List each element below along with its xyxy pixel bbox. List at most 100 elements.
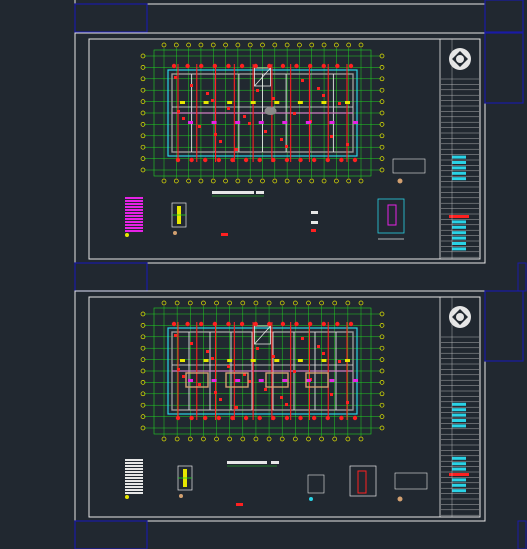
column-marker	[198, 125, 201, 128]
tag-label	[227, 359, 233, 362]
company-logo-icon	[449, 306, 471, 328]
detail-marker	[309, 497, 313, 501]
cad-drawing-viewport[interactable]	[0, 0, 527, 549]
core-hatch	[264, 107, 277, 115]
grid-bubble	[334, 178, 339, 184]
callout-bubble	[335, 63, 340, 69]
callout-bubble	[243, 157, 249, 163]
tag-label	[345, 101, 350, 104]
column-schedule-icon	[125, 459, 143, 499]
detail-section-icon	[177, 465, 193, 498]
schedule-row	[125, 224, 143, 226]
grid-bubble	[240, 436, 246, 442]
schedule-row	[125, 465, 143, 467]
grid-bubble	[279, 300, 285, 306]
selection-frame[interactable]	[517, 262, 527, 292]
tag-label	[274, 359, 280, 362]
callout-bubble	[239, 321, 245, 327]
sheet-2[interactable]	[74, 290, 527, 549]
selection-frame[interactable]	[517, 520, 527, 549]
selection-frame[interactable]	[74, 3, 148, 33]
schedule-row	[125, 468, 143, 470]
floor-plan[interactable]	[140, 300, 385, 442]
note-label	[311, 229, 316, 232]
schedule-row	[125, 221, 143, 223]
schedule-row	[125, 209, 143, 211]
callout-bubble	[284, 157, 290, 163]
selection-frame[interactable]	[484, 0, 524, 33]
callout-bubble	[226, 63, 231, 69]
grid-bubble	[272, 178, 278, 184]
grid-bubble	[284, 42, 290, 48]
plan-caption	[212, 191, 254, 194]
column-marker	[301, 337, 304, 340]
column-marker	[322, 94, 325, 97]
grid-bubble	[253, 300, 259, 306]
column-marker	[301, 79, 304, 82]
callout-bubble	[325, 157, 330, 163]
column-marker	[243, 115, 246, 118]
scale-label	[271, 461, 279, 464]
sheet-partial-top[interactable]	[74, 0, 524, 33]
callout-bubble	[253, 321, 258, 327]
grid-bubble	[306, 436, 311, 442]
title-block-entry	[452, 247, 466, 251]
grid-bubble	[309, 178, 315, 184]
grid-bubble	[260, 178, 265, 184]
selection-frame[interactable]	[484, 290, 524, 362]
schedule-row	[125, 477, 143, 479]
callout-bubble	[298, 157, 303, 163]
callout-bubble	[216, 157, 222, 163]
callout-bubble	[311, 157, 317, 163]
grid-bubble	[358, 42, 364, 48]
column-marker	[256, 347, 259, 350]
schedule-row	[125, 492, 143, 494]
column-marker	[338, 102, 341, 105]
column-marker	[206, 92, 209, 95]
callout-bubble	[212, 63, 218, 69]
tag-label	[329, 379, 335, 382]
tag-label	[258, 379, 264, 382]
schedule-row	[125, 230, 143, 232]
floor-plan[interactable]	[140, 42, 385, 184]
column-marker	[182, 117, 185, 120]
plan-caption	[227, 461, 267, 464]
grid-bubble	[227, 436, 233, 442]
callout-bubble	[348, 63, 354, 69]
column-marker	[330, 135, 333, 138]
callout-bubble	[307, 63, 313, 69]
grid-bubble	[266, 436, 272, 442]
callout-bubble	[175, 415, 181, 421]
sheet-1[interactable]	[74, 32, 527, 292]
grid-bubble	[321, 178, 327, 184]
selection-frame[interactable]	[74, 262, 148, 292]
column-marker	[280, 396, 283, 399]
column-marker	[198, 383, 201, 386]
section-detail	[307, 474, 325, 494]
schedule-row	[125, 206, 143, 208]
title-block-entry	[452, 161, 466, 164]
column-marker	[293, 370, 296, 373]
column-marker	[256, 89, 259, 92]
column-marker	[211, 99, 214, 102]
tag-label	[282, 121, 288, 124]
section-core	[357, 470, 367, 494]
callout-bubble	[298, 415, 303, 421]
callout-bubble	[203, 415, 208, 421]
grid-bubble	[214, 436, 219, 442]
grid-bubble	[272, 42, 278, 48]
grid-bubble	[253, 436, 259, 442]
schedule-row	[125, 471, 143, 473]
selection-frame[interactable]	[484, 32, 524, 104]
grid-bubble	[292, 436, 298, 442]
column-marker	[248, 122, 251, 125]
tag-label	[305, 121, 311, 124]
schedule-row	[125, 200, 143, 202]
callout-bubble	[311, 415, 317, 421]
callout-bubble	[294, 321, 299, 327]
selection-frame[interactable]	[74, 520, 148, 549]
column-marker	[235, 406, 238, 409]
grid-bubble	[321, 42, 327, 48]
tag-label	[203, 101, 209, 104]
column-marker	[272, 97, 275, 100]
